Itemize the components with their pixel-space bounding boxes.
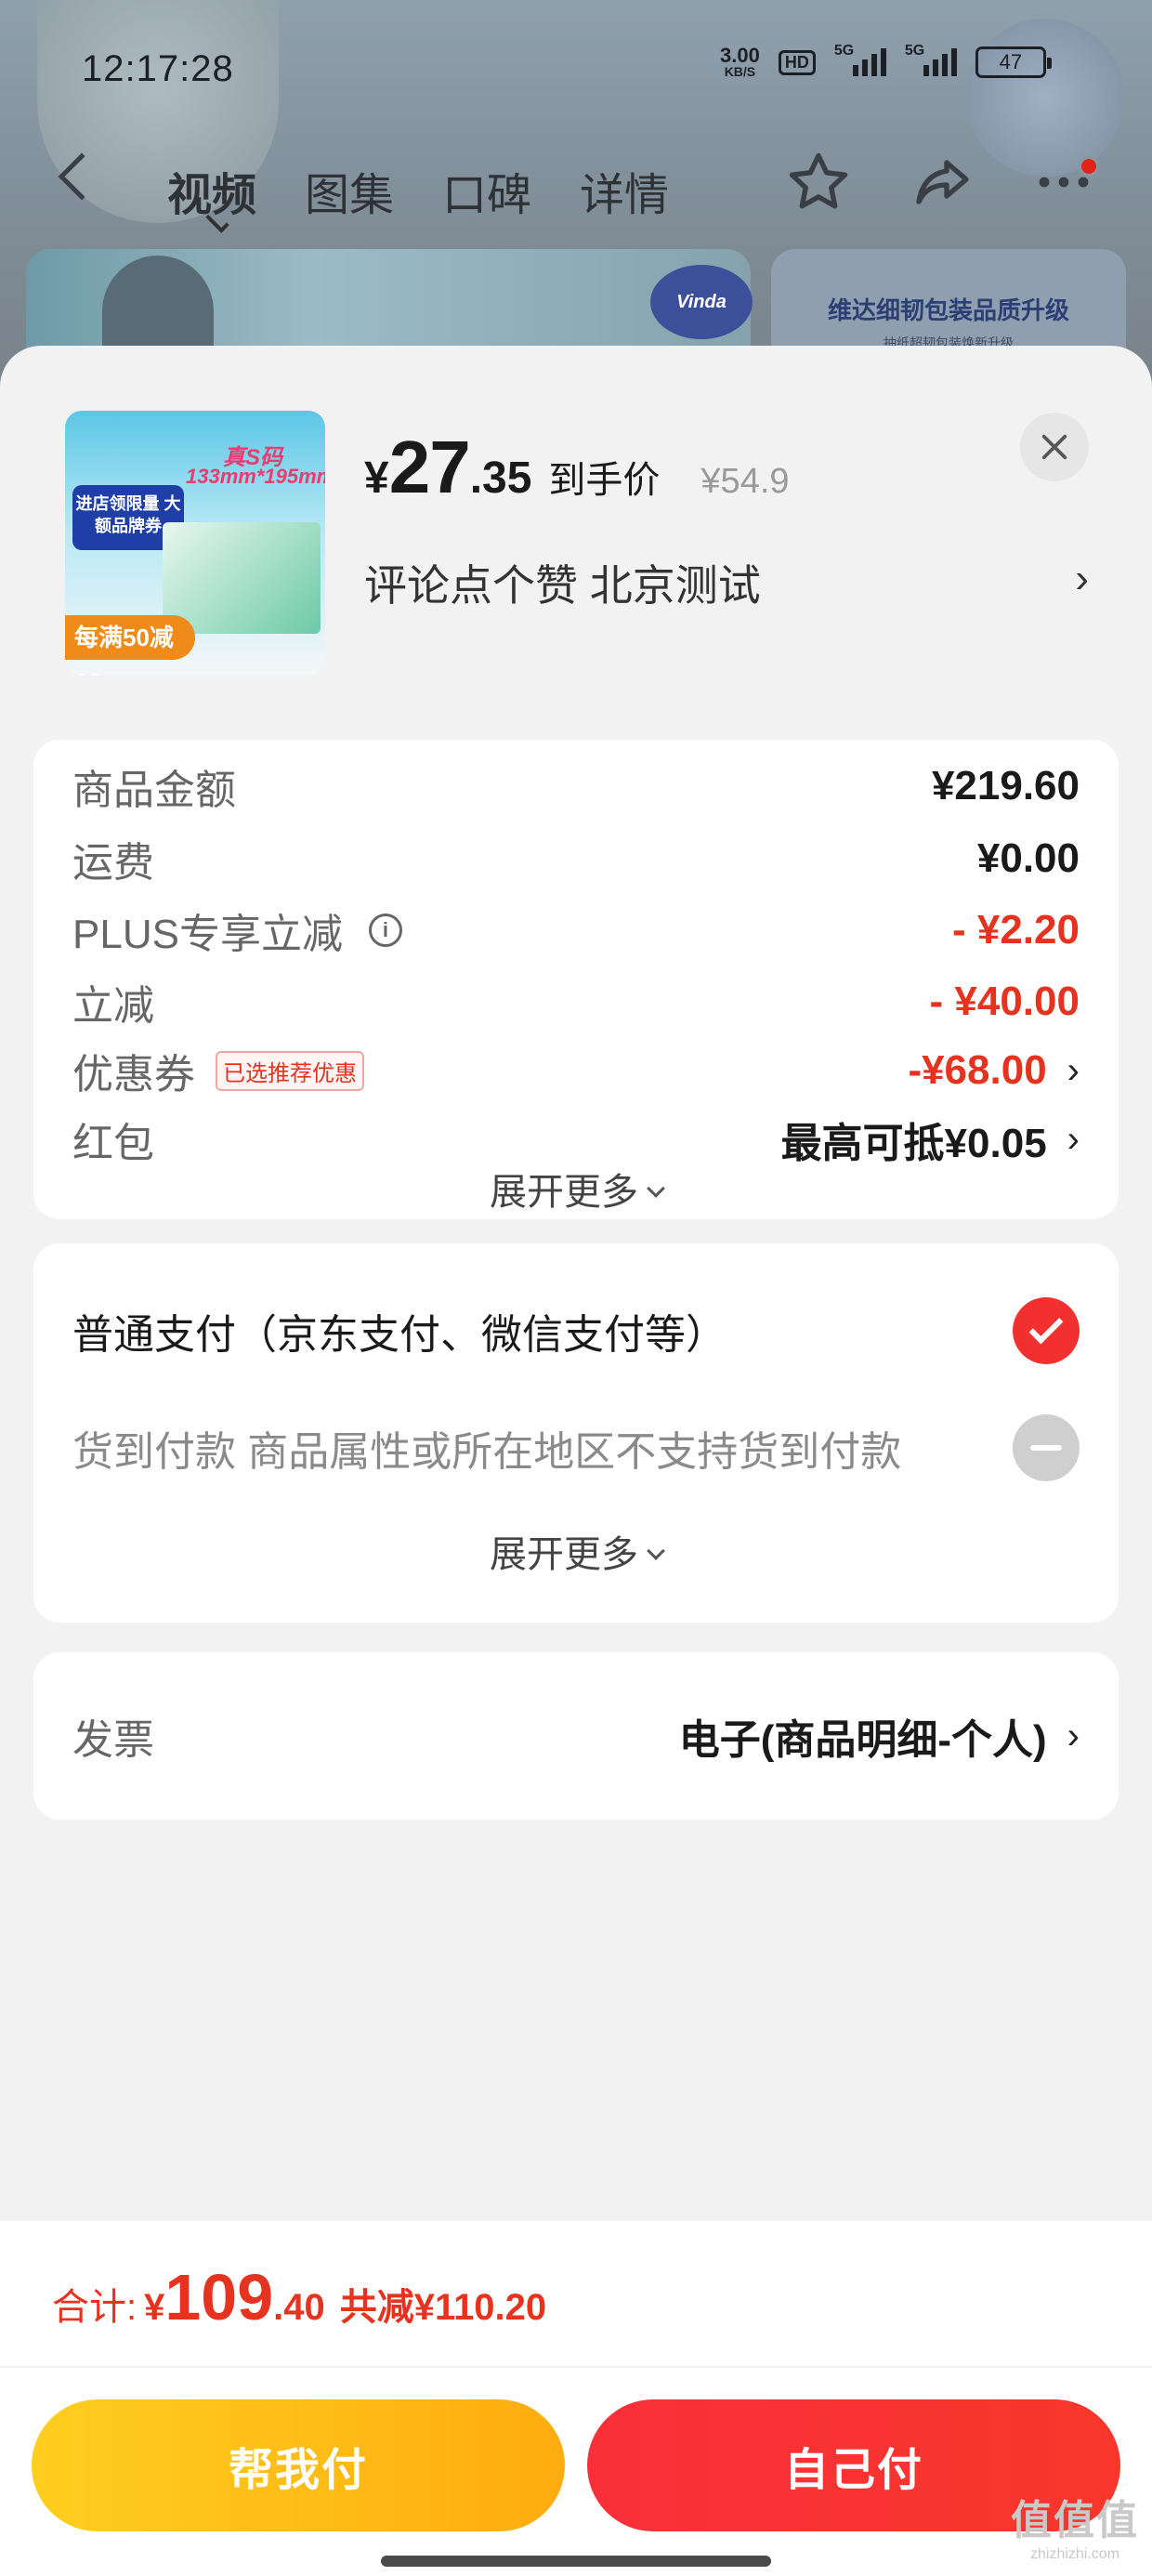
product-summary: 真S码 133mm*195mm 进店领限量 大额品牌券 每满50减10 ¥ 27… xyxy=(0,346,1152,717)
fee-row-coupon[interactable]: 优惠券 已选推荐优惠 -¥68.00 › xyxy=(72,1043,1080,1098)
tab-details: 详情 xyxy=(580,171,670,220)
invoice-card[interactable]: 发票 电子(商品明细-个人) › xyxy=(33,1652,1119,1820)
checkout-bar: 合计: ¥ 109 .40 共减¥110.20 帮我付 自己付 值值值 zhiz… xyxy=(0,2221,1152,2576)
net-speed: 3.00 KB/S xyxy=(720,44,760,79)
order-total: 合计: ¥ 109 .40 共减¥110.20 xyxy=(52,2261,547,2333)
fees-expand-more[interactable]: 展开更多 xyxy=(33,1162,1119,1216)
watermark: 值值值 zhizhizhi.com xyxy=(1011,2498,1139,2562)
price-label: 到手价 xyxy=(548,460,661,501)
chevron-right-icon: › xyxy=(1067,1715,1080,1756)
payment-method-card: 普通支付（京东支付、微信支付等） 货到付款 商品属性或所在地区不支持货到付款 展… xyxy=(33,1243,1119,1623)
battery-icon: 47 xyxy=(975,46,1052,78)
brand-logo: Vinda xyxy=(650,265,753,339)
notification-dot xyxy=(1079,156,1099,177)
divider xyxy=(0,2366,1152,2368)
tab-reviews: 口碑 xyxy=(442,171,532,220)
delivery-address[interactable]: 评论点个赞 北京测试 › xyxy=(364,552,1089,613)
fee-row-plus-discount: PLUS专享立减 i - ¥2.20 xyxy=(72,907,1080,957)
help-pay-button[interactable]: 帮我付 xyxy=(32,2399,565,2531)
background-product-page: 12:17:28 3.00 KB/S HD 5G 5G 47 视频 图集 口碑 … xyxy=(0,0,1152,390)
nav-actions xyxy=(785,149,1097,216)
product-package-image xyxy=(163,522,321,634)
status-bar: 12:17:28 3.00 KB/S HD 5G 5G 47 xyxy=(0,37,1152,102)
address-text: 评论点个赞 北京测试 xyxy=(364,561,761,610)
chevron-down-icon xyxy=(647,1179,665,1198)
disabled-icon xyxy=(1013,1414,1080,1481)
fee-row-shipping: 运费 ¥0.00 xyxy=(72,835,1080,886)
payment-option-normal[interactable]: 普通支付（京东支付、微信支付等） xyxy=(72,1294,1080,1368)
total-saved: 共减¥110.20 xyxy=(339,2287,547,2328)
signal-icon: 5G xyxy=(905,43,957,76)
chevron-down-icon xyxy=(647,1542,665,1560)
fee-row-red-packet[interactable]: 红包 最高可抵¥0.05 › xyxy=(72,1111,1080,1167)
background-nav-bar: 视频 图集 口碑 详情 xyxy=(0,149,1152,233)
home-indicator[interactable] xyxy=(381,2556,771,2567)
close-button[interactable] xyxy=(1020,413,1089,481)
chevron-right-icon: › xyxy=(1067,1049,1080,1091)
coupon-tag: 已选推荐优惠 xyxy=(216,1050,364,1091)
check-icon[interactable] xyxy=(1013,1297,1080,1364)
info-icon[interactable]: i xyxy=(368,913,402,947)
status-icons: 3.00 KB/S HD 5G 5G 47 xyxy=(720,43,1052,79)
invoice-row[interactable]: 发票 电子(商品明细-个人) › xyxy=(72,1708,1080,1764)
product-thumbnail: 真S码 133mm*195mm 进店领限量 大额品牌券 每满50减10 xyxy=(65,411,325,676)
star-icon xyxy=(789,152,848,209)
back-icon xyxy=(58,152,106,201)
fee-row-goods-amount: 商品金额 ¥219.60 xyxy=(72,763,1080,813)
background-tabs: 视频 图集 口碑 详情 xyxy=(167,158,669,223)
chevron-right-icon: › xyxy=(1067,1118,1080,1160)
fee-breakdown-card: 商品金额 ¥219.60 运费 ¥0.00 PLUS专享立减 i - ¥2.20… xyxy=(33,740,1119,1219)
payment-expand-more[interactable]: 展开更多 xyxy=(33,1524,1119,1578)
close-icon xyxy=(1041,434,1067,460)
fee-row-instant-discount: 立减 - ¥40.00 xyxy=(72,979,1080,1029)
status-time: 12:17:28 xyxy=(82,48,234,89)
checkout-sheet: 真S码 133mm*195mm 进店领限量 大额品牌券 每满50减10 ¥ 27… xyxy=(0,346,1152,2576)
final-price: ¥ 27 .35 到手价 ¥54.9 xyxy=(364,426,790,508)
tab-gallery: 图集 xyxy=(305,171,395,220)
signal-icon: 5G xyxy=(834,43,886,76)
chevron-right-icon: › xyxy=(1075,556,1089,601)
hd-icon: HD xyxy=(778,49,816,75)
original-price: ¥54.9 xyxy=(700,462,790,501)
share-icon xyxy=(916,160,969,204)
payment-option-cod: 货到付款 商品属性或所在地区不支持货到付款 xyxy=(72,1411,1080,1485)
